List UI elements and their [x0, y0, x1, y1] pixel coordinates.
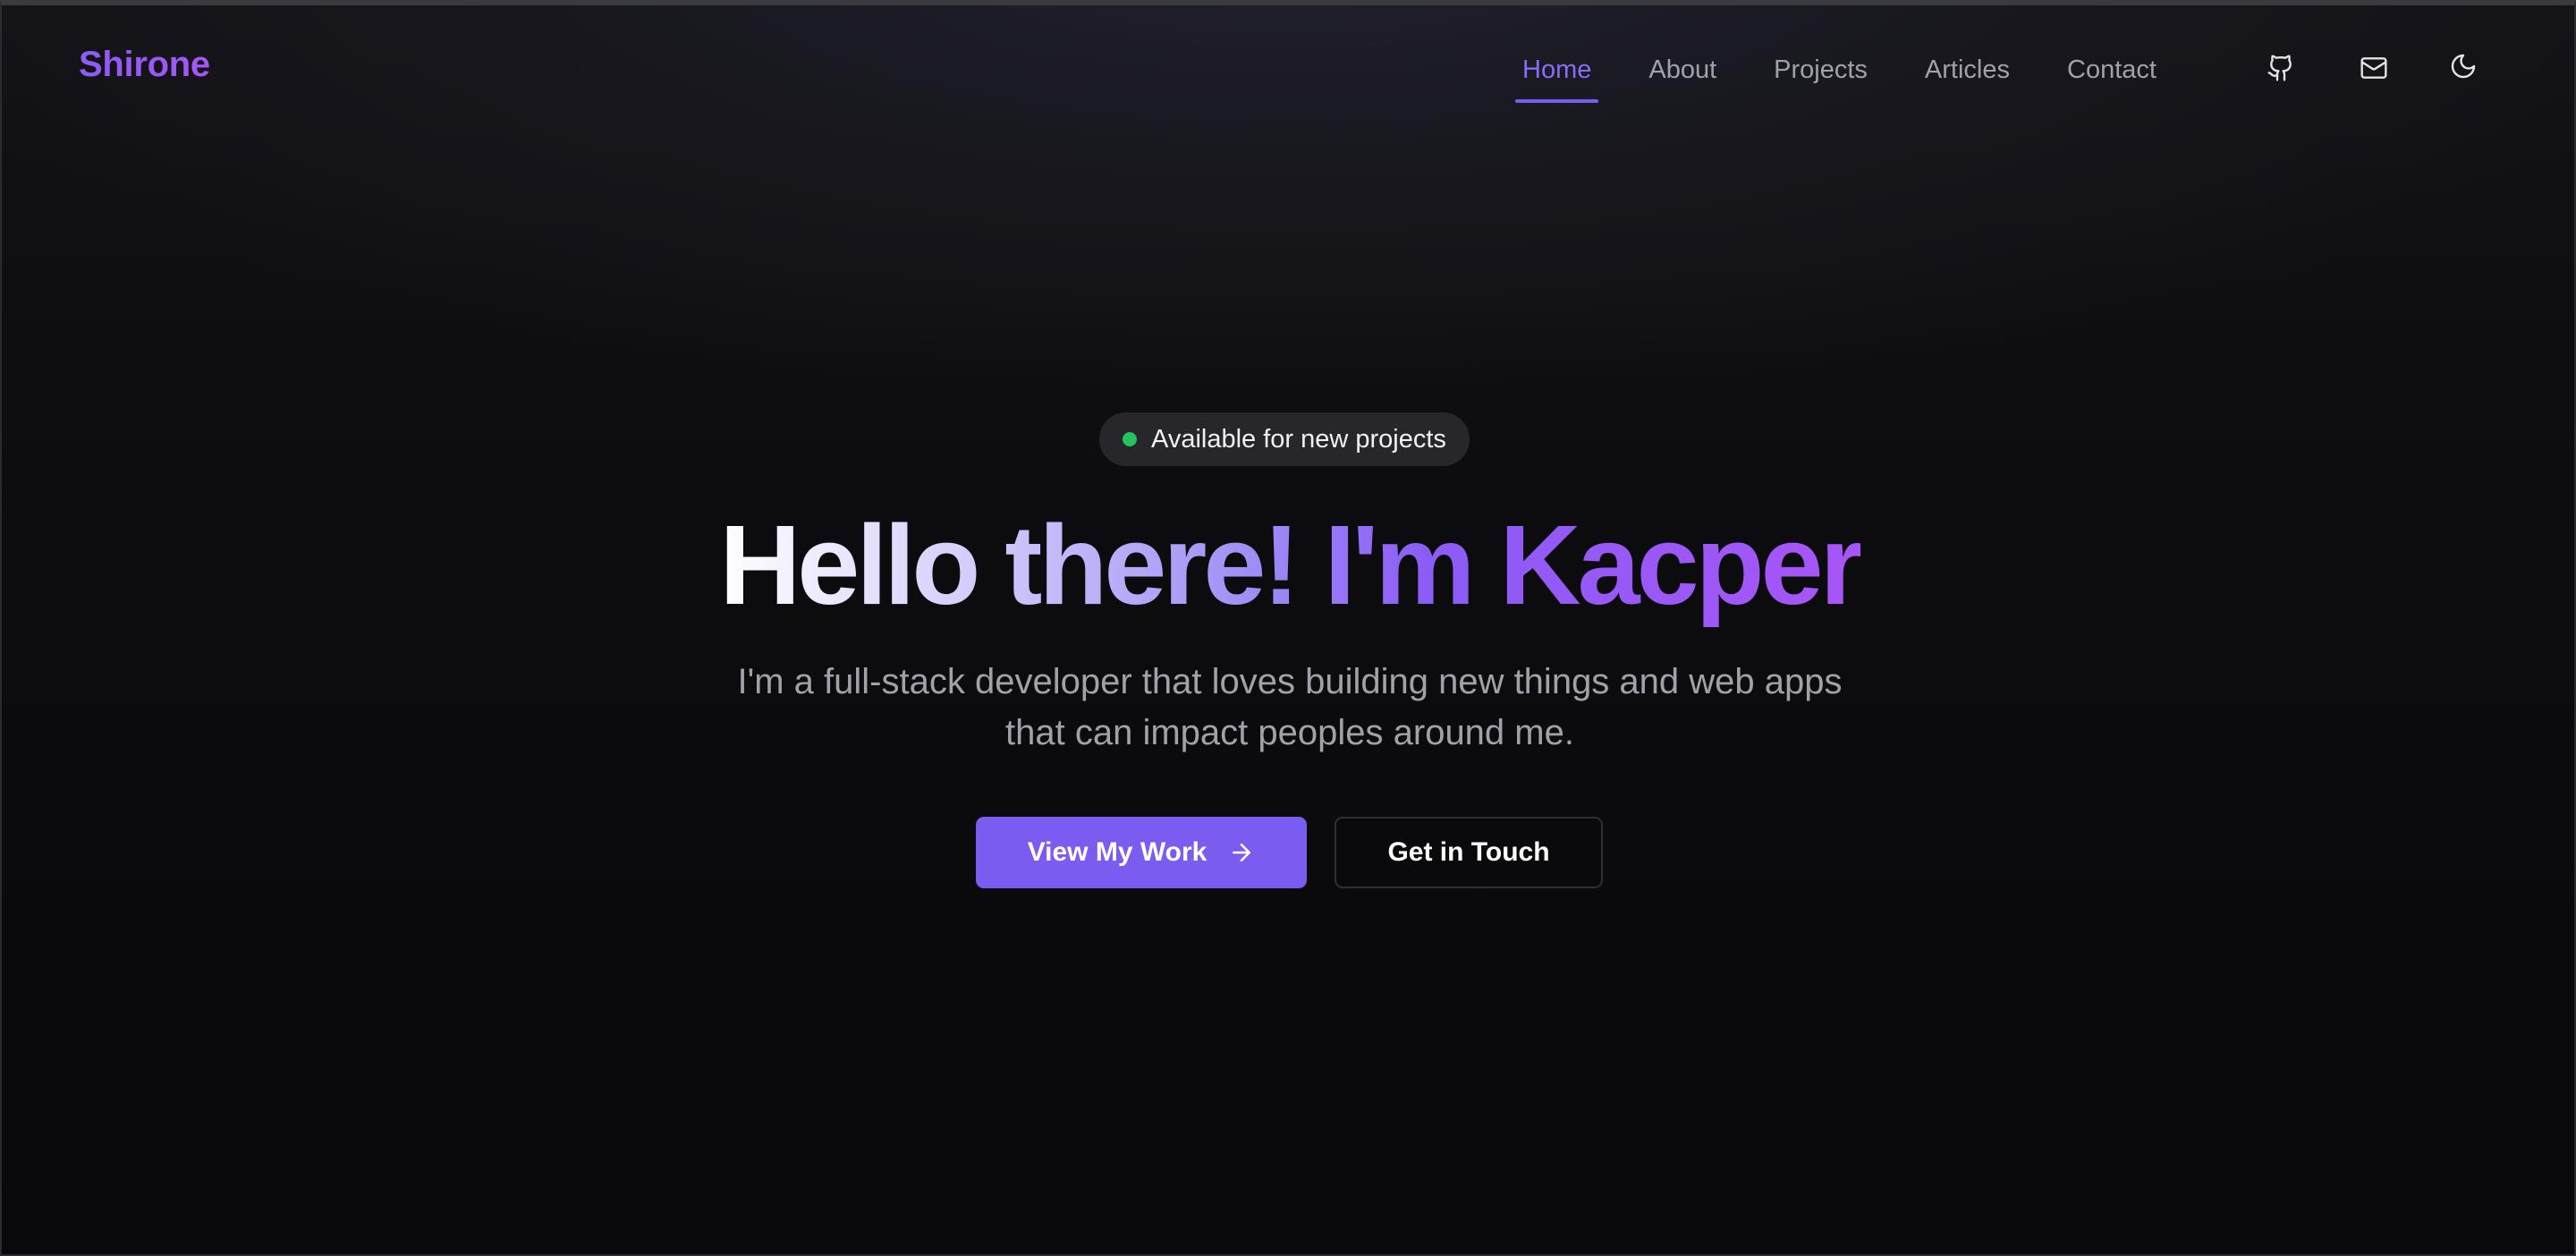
hero-subtitle-line-1: I'm a full-stack developer that loves bu… [737, 662, 1843, 701]
brand-logo[interactable]: Shirone [79, 45, 210, 85]
page: Shirone Home About Projects Articles Con… [0, 0, 2576, 1256]
get-in-touch-label: Get in Touch [1387, 837, 1550, 867]
view-my-work-label: View My Work [1027, 837, 1208, 867]
mail-link[interactable] [2356, 50, 2392, 86]
hero-headline-text: Hello there! I'm Kacper [719, 502, 1863, 628]
view-my-work-button[interactable]: View My Work [976, 817, 1307, 888]
nav-home[interactable]: Home [1514, 55, 1599, 103]
hero-headline: Hello there! I'm Kacper [2, 502, 2574, 628]
nav-about[interactable]: About [1648, 55, 1716, 85]
moon-icon [2451, 54, 2476, 79]
github-link[interactable] [2263, 50, 2299, 86]
nav-articles[interactable]: Articles [1925, 55, 2010, 85]
availability-badge: Available for new projects [1099, 412, 1470, 466]
theme-toggle-button[interactable] [2445, 48, 2481, 84]
hero-subtitle: I'm a full-stack developer that loves bu… [2, 657, 2574, 759]
get-in-touch-button[interactable]: Get in Touch [1335, 817, 1603, 888]
nav-projects[interactable]: Projects [1774, 55, 1868, 85]
mail-icon [2360, 57, 2387, 79]
status-dot-icon [1123, 432, 1137, 446]
main-nav: Home About Projects Articles Contact [1514, 52, 2214, 103]
availability-text: Available for new projects [1151, 424, 1446, 454]
hero-subtitle-line-2: that can impact peoples around me. [1005, 713, 1574, 752]
arrow-right-icon [1228, 839, 1255, 866]
github-icon [2267, 55, 2292, 81]
nav-contact[interactable]: Contact [2067, 55, 2157, 85]
